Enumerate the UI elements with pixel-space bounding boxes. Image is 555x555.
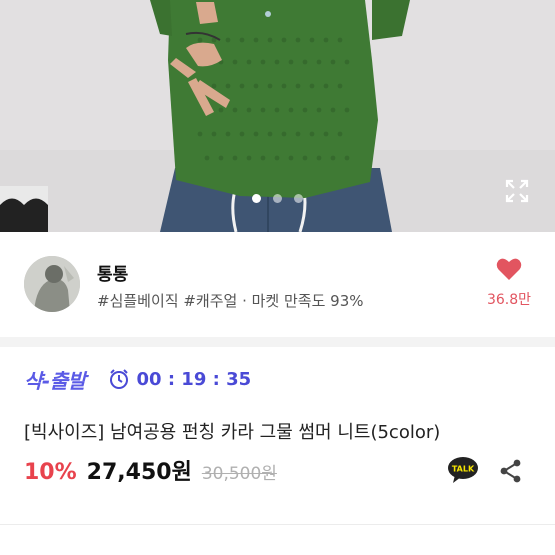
countdown-timer: 00 : 19 : 35 bbox=[108, 368, 252, 390]
product-title: [빅사이즈] 남여공용 펀칭 카라 그물 썸머 니트(5color) bbox=[24, 422, 441, 443]
expand-image-button[interactable] bbox=[504, 178, 530, 204]
talk-icon: TALK bbox=[448, 457, 478, 483]
share-icon bbox=[500, 459, 521, 483]
like-count: 36.8만 bbox=[486, 292, 532, 308]
bottom-divider bbox=[0, 524, 555, 525]
timer-text: 00 : 19 : 35 bbox=[136, 368, 252, 390]
heart-icon bbox=[496, 258, 522, 280]
seller-tags: #심플베이직 #캐주얼 · 마켓 만족도 93% bbox=[97, 292, 364, 310]
share-button[interactable] bbox=[498, 458, 524, 484]
promo-logo: 샥-출발 bbox=[24, 368, 86, 393]
gallery-pagination[interactable] bbox=[0, 194, 555, 203]
section-divider bbox=[0, 337, 555, 347]
gallery-dot-3[interactable] bbox=[294, 194, 303, 203]
product-image[interactable] bbox=[0, 0, 555, 232]
sale-price: 27,450원 bbox=[86, 460, 192, 485]
seller-avatar[interactable] bbox=[24, 256, 80, 312]
avatar-image bbox=[24, 256, 80, 312]
promo-bar: 샥-출발 00 : 19 : 35 bbox=[24, 364, 251, 394]
discount-rate: 10% bbox=[24, 460, 77, 485]
expand-icon bbox=[505, 179, 529, 203]
seller-name[interactable]: 통통 bbox=[97, 260, 128, 285]
seller-section[interactable]: 통통 #심플베이직 #캐주얼 · 마켓 만족도 93% 36.8만 bbox=[0, 232, 555, 337]
alarm-clock-icon bbox=[109, 369, 128, 389]
kakao-talk-button[interactable]: TALK bbox=[447, 456, 479, 484]
price-row: 10% 27,450원 30,500원 bbox=[24, 454, 277, 486]
talk-label: TALK bbox=[452, 465, 475, 474]
gallery-dot-1[interactable] bbox=[252, 194, 261, 203]
gallery-dot-2[interactable] bbox=[273, 194, 282, 203]
like-button[interactable]: 36.8만 bbox=[478, 257, 540, 309]
original-price: 30,500원 bbox=[201, 464, 277, 484]
